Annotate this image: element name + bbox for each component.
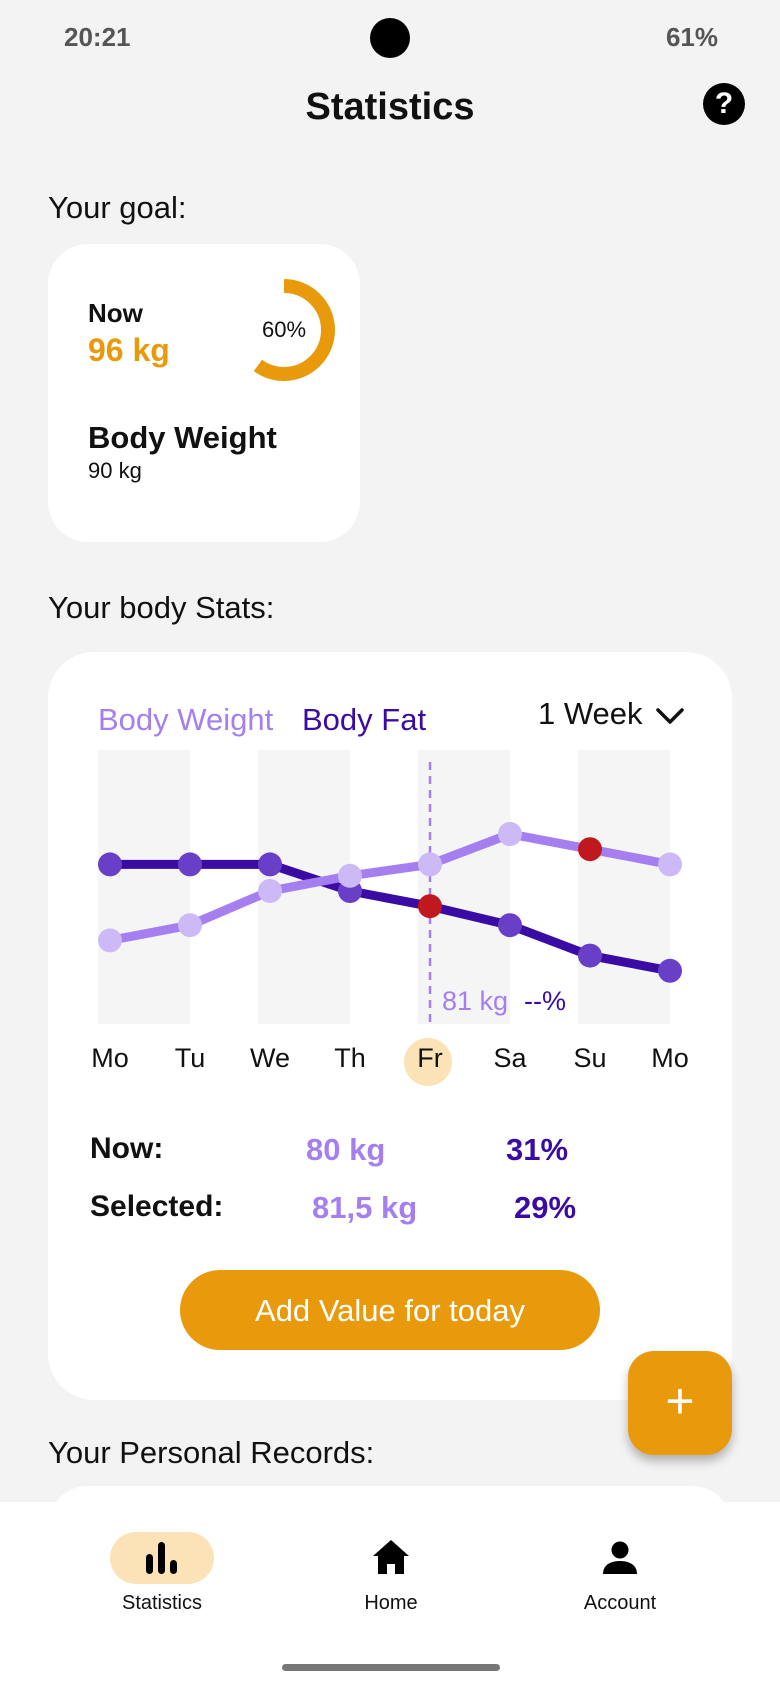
status-time: 20:21: [64, 22, 131, 52]
data-point-fat: [578, 943, 602, 968]
data-point-fat: [258, 852, 282, 877]
nav-label-home: Home: [364, 1592, 418, 1614]
person-icon: [603, 1541, 637, 1574]
status-battery: 61%: [665, 22, 718, 52]
now-label: Now:: [90, 1132, 164, 1165]
nav-label-statistics: Statistics: [121, 1592, 203, 1614]
day-label[interactable]: Th: [315, 1043, 385, 1074]
day-label[interactable]: We: [235, 1043, 305, 1074]
nav-item-home[interactable]: Home: [301, 1532, 481, 1615]
data-point-weight: [178, 913, 202, 938]
now-weight-value: 80 kg: [306, 1132, 386, 1167]
day-label[interactable]: Su: [555, 1043, 625, 1074]
day-label[interactable]: Tu: [155, 1043, 225, 1074]
body-stats-section-title: Your body Stats:: [48, 590, 275, 625]
add-value-button[interactable]: Add Value for today: [180, 1270, 600, 1350]
day-label[interactable]: Mo: [635, 1043, 705, 1074]
camera-cutout: [370, 18, 410, 58]
highlight-point-fat: [418, 894, 442, 919]
selected-label: Selected:: [90, 1190, 224, 1223]
now-fat-value: 31%: [506, 1132, 569, 1167]
help-icon[interactable]: ?: [703, 83, 745, 125]
highlight-point-weight: [578, 837, 602, 862]
nav-label-account: Account: [583, 1592, 657, 1614]
home-icon: [373, 1540, 409, 1574]
goal-target-value: 90 kg: [88, 458, 142, 483]
goal-section-title: Your goal:: [48, 190, 187, 225]
data-point-fat: [658, 958, 682, 983]
goal-now-label: Now: [88, 298, 143, 328]
nav-item-account[interactable]: Account: [530, 1532, 710, 1615]
data-point-weight: [498, 822, 522, 846]
add-fab[interactable]: +: [628, 1351, 732, 1455]
bottom-navigation: Statistics Home Account: [0, 1502, 780, 1698]
body-stats-chart[interactable]: 81 kg --%: [48, 652, 732, 1112]
chart-column-bg: [418, 750, 510, 1024]
day-label[interactable]: Mo: [75, 1043, 145, 1074]
nav-active-indicator: [110, 1532, 214, 1584]
selected-weight-value: 81,5 kg: [312, 1190, 418, 1225]
data-point-weight: [338, 863, 362, 888]
day-label[interactable]: Sa: [475, 1043, 545, 1074]
goal-progress-label: 60%: [261, 317, 307, 342]
day-label[interactable]: Fr: [395, 1043, 465, 1074]
home-indicator: [282, 1664, 500, 1671]
chart-column-bg: [578, 750, 670, 1024]
goal-target-label: Body Weight: [88, 420, 277, 455]
page-title: Statistics: [305, 86, 475, 128]
tooltip-fat: --%: [524, 986, 566, 1016]
nav-item-statistics[interactable]: Statistics: [72, 1532, 252, 1615]
goal-card[interactable]: Now 96 kg 60% Body Weight 90 kg: [48, 244, 360, 542]
chart-column-bg: [98, 750, 190, 1024]
data-point-fat: [178, 852, 202, 877]
data-point-fat: [498, 913, 522, 938]
data-point-weight: [418, 852, 442, 877]
goal-now-value: 96 kg: [88, 332, 170, 368]
selected-fat-value: 29%: [514, 1190, 577, 1225]
records-section-title: Your Personal Records:: [48, 1435, 375, 1470]
body-stats-card: Body Weight Body Fat 1 Week 81 kg --% Mo T…: [48, 652, 732, 1400]
data-point-fat: [98, 852, 122, 877]
data-point-weight: [258, 879, 282, 903]
data-point-weight: [658, 852, 682, 877]
tooltip-weight: 81 kg: [442, 986, 508, 1016]
bar-chart-icon: [146, 1542, 177, 1574]
data-point-weight: [98, 928, 122, 953]
